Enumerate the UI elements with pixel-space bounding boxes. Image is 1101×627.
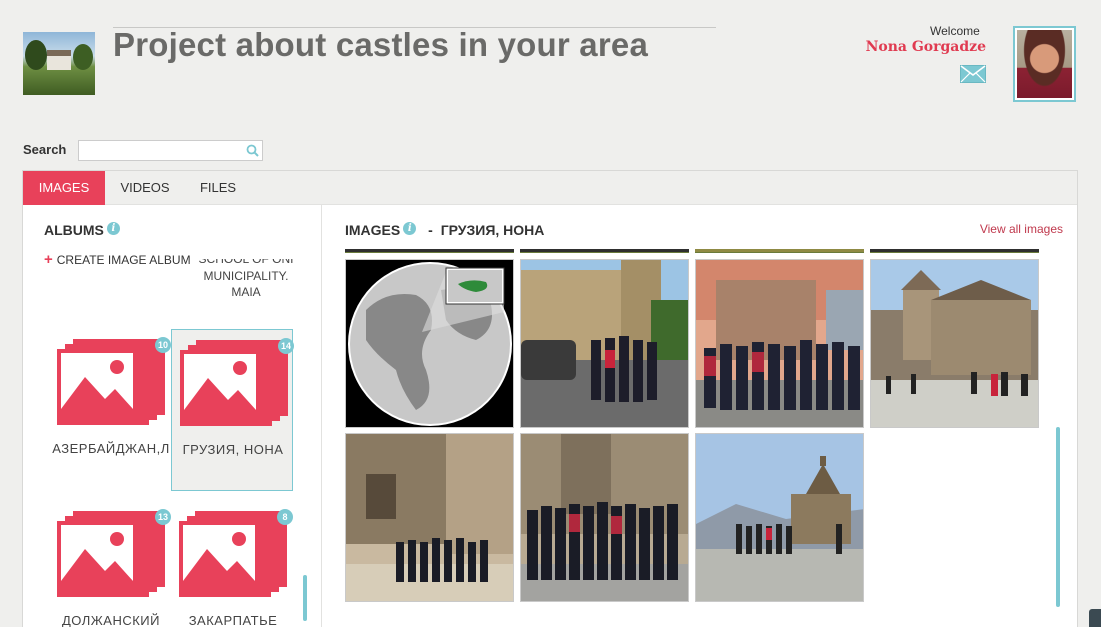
albums-heading: ALBUMS i [44,222,120,238]
album-name: ГРУЗИЯ, НОНА [182,442,284,457]
image-thumbnail[interactable] [695,259,864,428]
user-name[interactable]: Nona Gorgadze [866,39,986,55]
images-heading: IMAGES i - ГРУЗИЯ, НОНА [345,222,544,238]
album-item-selected[interactable]: 14 ГРУЗИЯ, НОНА [171,329,294,491]
image-grid [345,249,1045,609]
images-title: IMAGES [345,222,401,238]
album-image-icon: 10 [57,337,171,431]
current-album-name: ГРУЗИЯ, НОНА [440,222,545,238]
album-count-badge: 10 [155,337,171,353]
info-icon[interactable]: i [106,222,120,235]
image-thumbnail[interactable] [870,259,1039,428]
user-avatar[interactable] [1013,26,1076,102]
partial-image[interactable] [695,249,864,253]
album-count-badge: 8 [277,509,293,525]
images-column: IMAGES i - ГРУЗИЯ, НОНА View all images [323,205,1078,627]
album-item[interactable]: 13 ДОЛЖАНСКИЙ [49,501,171,627]
image-thumbnail[interactable] [695,433,864,602]
album-item[interactable]: 10 АЗЕРБАЙДЖАН,Л [49,329,171,463]
album-count-badge: 13 [155,509,171,525]
image-thumbnail[interactable] [345,259,514,428]
view-all-images-link[interactable]: View all images [980,222,1063,236]
create-album-button[interactable]: + CREATE IMAGE ALBUM [44,251,195,268]
title-separator: - [428,222,433,238]
album-image-icon: 13 [57,509,171,603]
albums-column: ALBUMSi SCHOOL OF ONI MUNICIPALITY. MAIA… [23,205,322,627]
album-item[interactable]: 8 ЗАКАРПАТЬЕ [171,501,293,627]
clipped-album-line: MAIA [231,285,261,299]
tab-videos[interactable]: VIDEOS [105,171,185,205]
tab-bar: IMAGES VIDEOS FILES [23,171,1077,205]
image-thumbnail[interactable] [520,259,689,428]
albums-title: ALBUMS [44,222,104,238]
content-panel: IMAGES VIDEOS FILES ALBUMSi SCHOOL OF ON… [22,170,1078,627]
tab-images[interactable]: IMAGES [23,171,105,205]
album-image-icon: 8 [179,509,293,603]
project-thumbnail[interactable] [23,32,95,95]
image-thumbnail[interactable] [345,433,514,602]
chat-widget-tab[interactable] [1089,609,1101,627]
welcome-label: Welcome [930,24,980,38]
search-icon[interactable] [246,144,259,157]
mail-icon[interactable] [960,65,986,83]
albums-scrollbar[interactable] [303,575,307,621]
create-album-label: CREATE IMAGE ALBUM [56,253,191,267]
search-input[interactable] [78,140,263,161]
plus-icon: + [44,251,53,268]
image-thumbnail[interactable] [520,433,689,602]
partial-image[interactable] [870,249,1039,253]
images-scrollbar[interactable] [1056,427,1060,607]
page-title: Project about castles in your area [113,26,648,63]
album-name: АЗЕРБАЙДЖАН,Л [52,441,170,456]
search-label: Search [23,142,67,157]
partial-image[interactable] [520,249,689,253]
album-name: ДОЛЖАНСКИЙ [61,613,160,627]
clipped-album-line: MUNICIPALITY. [203,269,289,283]
info-icon[interactable]: i [403,222,417,235]
album-count-badge: 14 [278,338,294,354]
partial-image[interactable] [345,249,514,253]
album-image-icon: 14 [180,338,294,432]
album-name: ЗАКАРПАТЬЕ [188,613,278,627]
tab-files[interactable]: FILES [185,171,251,205]
